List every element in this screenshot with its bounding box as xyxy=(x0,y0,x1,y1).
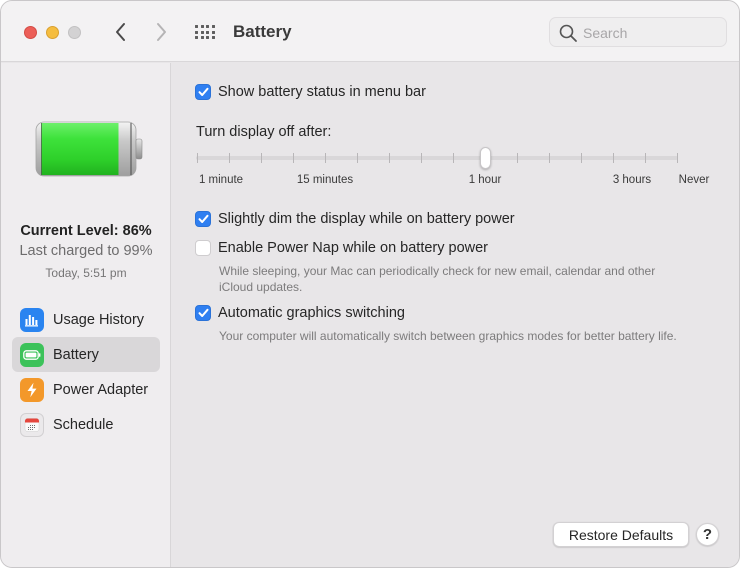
slider-tick xyxy=(229,153,230,163)
checkbox-label: Automatic graphics switching xyxy=(218,305,405,321)
grid-dot xyxy=(195,30,198,34)
checkmark-icon xyxy=(198,87,208,96)
grid-dot xyxy=(200,30,204,34)
search-field[interactable] xyxy=(549,17,727,47)
grid-dot xyxy=(211,30,215,34)
display-off-label: Turn display off after: xyxy=(196,124,332,140)
grid-dot xyxy=(200,25,204,28)
forward-button[interactable] xyxy=(149,19,173,45)
slider-tick-label: 1 hour xyxy=(468,174,502,186)
slider-tick-labels: 1 minute 15 minutes 1 hour 3 hours Never xyxy=(196,174,736,190)
help-button[interactable]: ? xyxy=(696,523,719,546)
chevron-left-icon xyxy=(116,23,125,41)
minimize-button[interactable] xyxy=(46,26,59,39)
sidebar-item-label: Schedule xyxy=(53,416,114,433)
battery-level-icon xyxy=(35,121,143,177)
description-line: While sleeping, your Mac can periodicall… xyxy=(219,264,656,278)
slider-tick xyxy=(549,153,550,163)
checkbox-label: Enable Power Nap while on battery power xyxy=(218,240,489,256)
show-all-grid-button[interactable] xyxy=(194,23,218,41)
grid-dot xyxy=(195,25,198,28)
grid-dot xyxy=(206,30,209,34)
title-bar: Battery xyxy=(1,1,739,62)
grid-dot xyxy=(211,25,215,28)
grid-dot xyxy=(206,36,209,39)
zoom-button[interactable] xyxy=(68,26,81,39)
back-button[interactable] xyxy=(109,19,133,45)
grid-dot xyxy=(211,36,215,39)
display-off-slider[interactable] xyxy=(196,145,680,175)
current-level-text: Current Level: 86% xyxy=(20,223,152,239)
checkmark-icon xyxy=(198,214,208,223)
sidebar: Current Level: 86% Last charged to 99% T… xyxy=(1,63,171,567)
slider-tick xyxy=(357,153,358,163)
sidebar-item-power-adapter[interactable]: Power Adapter xyxy=(12,372,160,407)
close-button[interactable] xyxy=(24,26,37,39)
grid-dot xyxy=(195,36,198,39)
slider-tick xyxy=(325,153,326,163)
dim-display-option[interactable]: Slightly dim the display while on batter… xyxy=(195,211,515,227)
slider-tick xyxy=(389,153,390,163)
sidebar-item-label: Battery xyxy=(53,346,99,363)
sidebar-item-label: Usage History xyxy=(53,311,145,328)
slider-tick xyxy=(421,153,422,163)
battery-fill xyxy=(42,123,119,175)
power-nap-option[interactable]: Enable Power Nap while on battery power xyxy=(195,240,488,256)
chevron-right-icon xyxy=(157,23,166,41)
graphics-switching-option[interactable]: Automatic graphics switching xyxy=(195,305,405,321)
battery-icon xyxy=(20,342,44,367)
grid-dot xyxy=(206,25,209,28)
slider-track xyxy=(196,156,678,160)
slider-tick xyxy=(453,153,454,163)
slider-tick xyxy=(645,153,646,163)
graphics-switching-description: Your computer will automatically switch … xyxy=(219,329,677,343)
grid-dot xyxy=(200,36,204,39)
power-adapter-icon xyxy=(20,377,44,402)
calendar-icon xyxy=(20,412,44,437)
checkmark-icon xyxy=(198,308,208,317)
power-nap-checkbox[interactable] xyxy=(195,240,211,256)
slider-tick xyxy=(581,153,582,163)
show-battery-status-checkbox[interactable] xyxy=(195,84,211,100)
search-input[interactable] xyxy=(583,22,721,44)
slider-tick xyxy=(677,153,678,163)
power-nap-description: While sleeping, your Mac can periodicall… xyxy=(219,263,655,295)
slider-tick xyxy=(293,153,294,163)
graphics-switching-checkbox[interactable] xyxy=(195,305,211,321)
checkbox-label: Show battery status in menu bar xyxy=(218,84,426,100)
slider-tick-label: Never xyxy=(678,174,710,186)
charged-time-text: Today, 5:51 pm xyxy=(45,266,127,280)
dim-display-checkbox[interactable] xyxy=(195,211,211,227)
slider-tick xyxy=(613,153,614,163)
slider-tick-label: 1 minute xyxy=(198,174,244,186)
description-line: iCloud updates. xyxy=(219,280,303,294)
slider-tick xyxy=(197,153,198,163)
sidebar-item-battery[interactable]: Battery xyxy=(12,337,160,372)
show-battery-status-option[interactable]: Show battery status in menu bar xyxy=(195,84,426,100)
slider-tick-label: 3 hours xyxy=(612,174,652,186)
window-title: Battery xyxy=(233,22,292,41)
last-charged-text: Last charged to 99% xyxy=(19,243,153,259)
checkbox-label: Slightly dim the display while on batter… xyxy=(218,211,515,227)
usage-history-icon xyxy=(20,307,44,332)
search-icon xyxy=(559,24,577,42)
battery-preferences-window: Battery Search Current Level: 86% Last c… xyxy=(0,0,740,568)
slider-tick xyxy=(261,153,262,163)
sidebar-item-usage-history[interactable]: Usage History xyxy=(12,302,160,337)
battery-settings-pane: Show battery status in menu bar Turn dis… xyxy=(172,63,739,567)
slider-tick-label: 15 minutes xyxy=(296,174,354,186)
slider-tick xyxy=(517,153,518,163)
slider-thumb[interactable] xyxy=(479,147,491,169)
sidebar-item-schedule[interactable]: Schedule xyxy=(12,407,160,442)
restore-defaults-button[interactable]: Restore Defaults xyxy=(553,522,689,547)
sidebar-item-label: Power Adapter xyxy=(53,381,149,398)
